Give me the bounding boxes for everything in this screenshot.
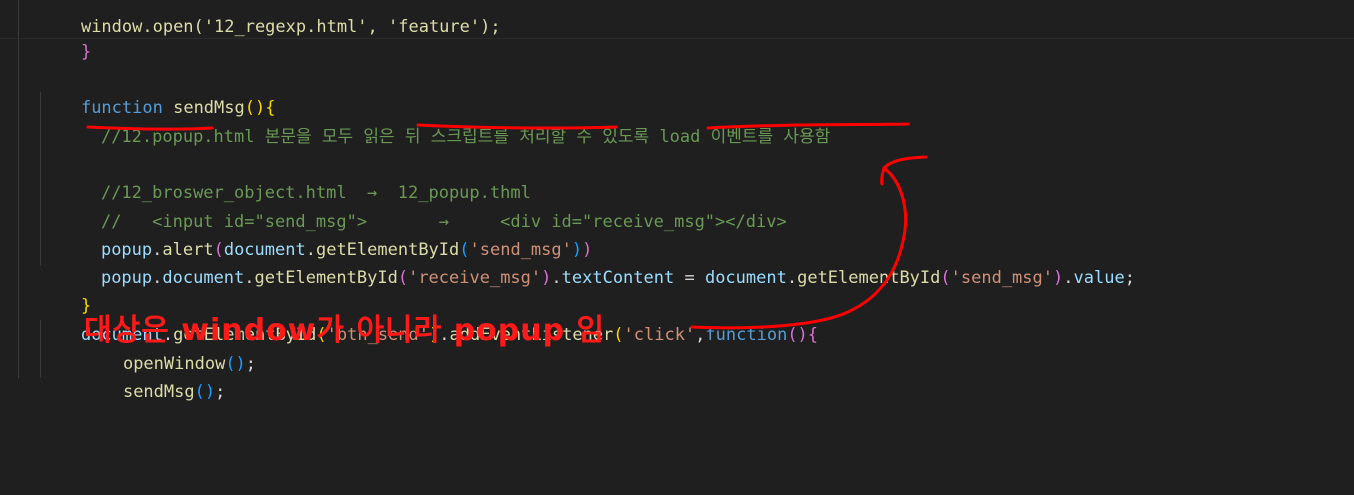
code-editor[interactable]: window.open('12_regexp.html', 'feature')… [0, 0, 1354, 495]
arrow-head-stroke [880, 166, 886, 186]
underline-stroke [416, 123, 618, 130]
ink-annotation [86, 122, 928, 330]
arrow-stroke [690, 166, 908, 330]
underline-stroke [86, 125, 214, 131]
arrow-head-stroke [882, 155, 928, 170]
handwritten-annotation: 대상은 window가 아니라 popup 임 [84, 313, 606, 348]
underline-stroke [706, 122, 910, 130]
